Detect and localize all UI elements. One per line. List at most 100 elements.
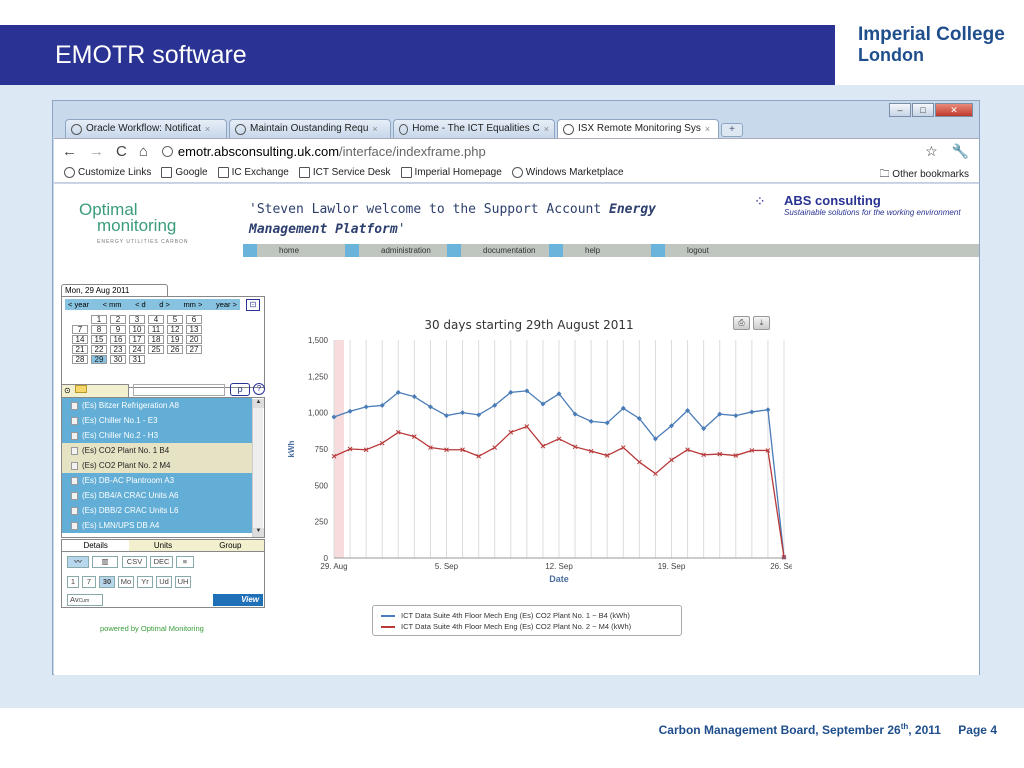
meter-list-item[interactable]: (Es) LMN/UPS DB A4	[62, 518, 252, 533]
calendar-nav-button[interactable]: < mm	[103, 299, 122, 310]
calendar-day[interactable]: 2	[110, 315, 126, 324]
calendar-day[interactable]: 29	[91, 355, 107, 364]
calendar-day[interactable]: 15	[91, 335, 107, 344]
calendar-day[interactable]: 28	[72, 355, 88, 364]
menu-item-home[interactable]: home	[243, 244, 345, 257]
lock-icon[interactable]: ⊡	[246, 299, 260, 311]
csv-button[interactable]: CSV	[122, 556, 147, 568]
scroll-down-icon[interactable]: ▼	[253, 528, 264, 537]
calendar-day[interactable]: 7	[72, 325, 88, 334]
bookmark-item[interactable]: ICT Service Desk	[298, 167, 391, 178]
period-button[interactable]: 1	[67, 576, 79, 588]
calendar-day[interactable]: 10	[129, 325, 145, 334]
print-icon[interactable]: ⎙	[733, 316, 750, 330]
details-tab-details[interactable]: Details	[62, 540, 130, 551]
help-icon[interactable]: ?	[253, 383, 265, 395]
calendar-day[interactable]: 6	[186, 315, 202, 324]
tab-close-icon[interactable]: ×	[705, 120, 710, 138]
list-icon[interactable]: ≡	[176, 556, 194, 568]
tab-close-icon[interactable]: ×	[544, 120, 549, 138]
calendar-nav-button[interactable]: d >	[159, 299, 170, 310]
menu-item-help[interactable]: help	[549, 244, 651, 257]
calendar-day[interactable]: 8	[91, 325, 107, 334]
forward-icon[interactable]: →	[89, 143, 104, 160]
calendar-day[interactable]: 5	[167, 315, 183, 324]
meter-list-item[interactable]: (Es) CO2 Plant No. 1 B4	[62, 443, 252, 458]
tab-close-icon[interactable]: ×	[372, 120, 377, 138]
search-input[interactable]	[133, 384, 225, 396]
meter-list-item[interactable]: (Es) CO2 Plant No. 2 M4	[62, 458, 252, 473]
tab-close-icon[interactable]: ×	[205, 120, 210, 138]
period-button[interactable]: 30	[99, 576, 115, 588]
period-button[interactable]: 7	[82, 576, 96, 588]
address-bar[interactable]: emotr.absconsulting.uk.com/interface/ind…	[161, 144, 486, 159]
calendar-day[interactable]: 1	[91, 315, 107, 324]
meter-list-item[interactable]: (Es) Bitzer Refrigeration A8	[62, 398, 252, 413]
bookmark-item[interactable]: Imperial Homepage	[400, 167, 502, 178]
calendar-day[interactable]: 20	[186, 335, 202, 344]
calendar-day[interactable]: 4	[148, 315, 164, 324]
calendar-day[interactable]: 17	[129, 335, 145, 344]
close-button[interactable]: ✕	[935, 103, 973, 117]
new-tab-button[interactable]: +	[721, 123, 743, 137]
browser-tab[interactable]: Maintain Oustanding Requ ×	[229, 119, 391, 138]
bookmark-item[interactable]: Windows Marketplace	[511, 167, 624, 178]
calendar-day[interactable]: 26	[167, 345, 183, 354]
legend-item[interactable]: ICT Data Suite 4th Floor Mech Eng (Es) C…	[381, 610, 673, 621]
meter-list-item[interactable]: (Es) DB4/A CRAC Units A6	[62, 488, 252, 503]
wrench-icon[interactable]: 🔧	[952, 143, 969, 159]
details-tab-units[interactable]: Units	[129, 540, 196, 551]
calendar-day[interactable]: 14	[72, 335, 88, 344]
calendar-day[interactable]: 27	[186, 345, 202, 354]
list-scrollbar[interactable]: ▲ ▼	[252, 399, 264, 537]
bar-chart-icon[interactable]: ▥	[92, 556, 118, 568]
calendar-day[interactable]: 22	[91, 345, 107, 354]
calendar-day[interactable]: 31	[129, 355, 145, 364]
calendar-day[interactable]: 12	[167, 325, 183, 334]
calendar-day[interactable]: 16	[110, 335, 126, 344]
avg-button[interactable]: AvCum	[67, 594, 103, 606]
home-icon[interactable]: ⌂	[139, 143, 148, 160]
calendar-day[interactable]: 30	[110, 355, 126, 364]
search-button[interactable]: ρ	[230, 383, 250, 396]
bookmark-item[interactable]: Google	[161, 167, 208, 178]
bookmark-item[interactable]: Customize Links	[64, 167, 151, 178]
refresh-icon[interactable]: ⊙	[64, 386, 71, 395]
dec-button[interactable]: DEC	[150, 556, 173, 568]
minimize-button[interactable]: –	[889, 103, 911, 117]
menu-item-administration[interactable]: administration	[345, 244, 447, 257]
browser-tab[interactable]: Home - The ICT Equalities C ×	[393, 119, 555, 138]
calendar-nav-button[interactable]: year >	[216, 299, 237, 310]
menu-item-logout[interactable]: logout	[651, 244, 753, 257]
period-button[interactable]: Ud	[156, 576, 172, 588]
reload-icon[interactable]: C	[116, 143, 127, 160]
folder-icon[interactable]	[74, 385, 87, 393]
calendar-nav-button[interactable]: mm >	[183, 299, 202, 310]
details-tab-group[interactable]: Group	[197, 540, 264, 551]
calendar-day[interactable]: 18	[148, 335, 164, 344]
menu-item-documentation[interactable]: documentation	[447, 244, 549, 257]
download-icon[interactable]: ⤓	[753, 316, 770, 330]
period-button[interactable]: Mo	[118, 576, 134, 588]
calendar-day[interactable]: 11	[148, 325, 164, 334]
other-bookmarks[interactable]: 🗀 Other bookmarks	[880, 167, 969, 184]
browser-tab[interactable]: ISX Remote Monitoring Sys ×	[557, 119, 719, 138]
scroll-up-icon[interactable]: ▲	[253, 399, 264, 408]
maximize-button[interactable]: □	[912, 103, 934, 117]
calendar-day[interactable]: 3	[129, 315, 145, 324]
calendar-day[interactable]: 13	[186, 325, 202, 334]
bookmark-item[interactable]: IC Exchange	[217, 167, 289, 178]
meter-list-item[interactable]: (Es) Chiller No.2 - H3	[62, 428, 252, 443]
browser-tab[interactable]: Oracle Workflow: Notificat ×	[65, 119, 227, 138]
line-chart-icon[interactable]: 〰	[67, 556, 89, 568]
calendar-day[interactable]: 21	[72, 345, 88, 354]
legend-item[interactable]: ICT Data Suite 4th Floor Mech Eng (Es) C…	[381, 621, 673, 632]
calendar-nav-button[interactable]: < d	[135, 299, 146, 310]
calendar-day[interactable]: 9	[110, 325, 126, 334]
calendar-day[interactable]: 25	[148, 345, 164, 354]
calendar-day[interactable]: 24	[129, 345, 145, 354]
view-button[interactable]: View	[213, 594, 263, 606]
calendar-nav-button[interactable]: < year	[68, 299, 89, 310]
meter-list-item[interactable]: (Es) DBB/2 CRAC Units L6	[62, 503, 252, 518]
meter-list-item[interactable]: (Es) DB-AC Plantroom A3	[62, 473, 252, 488]
